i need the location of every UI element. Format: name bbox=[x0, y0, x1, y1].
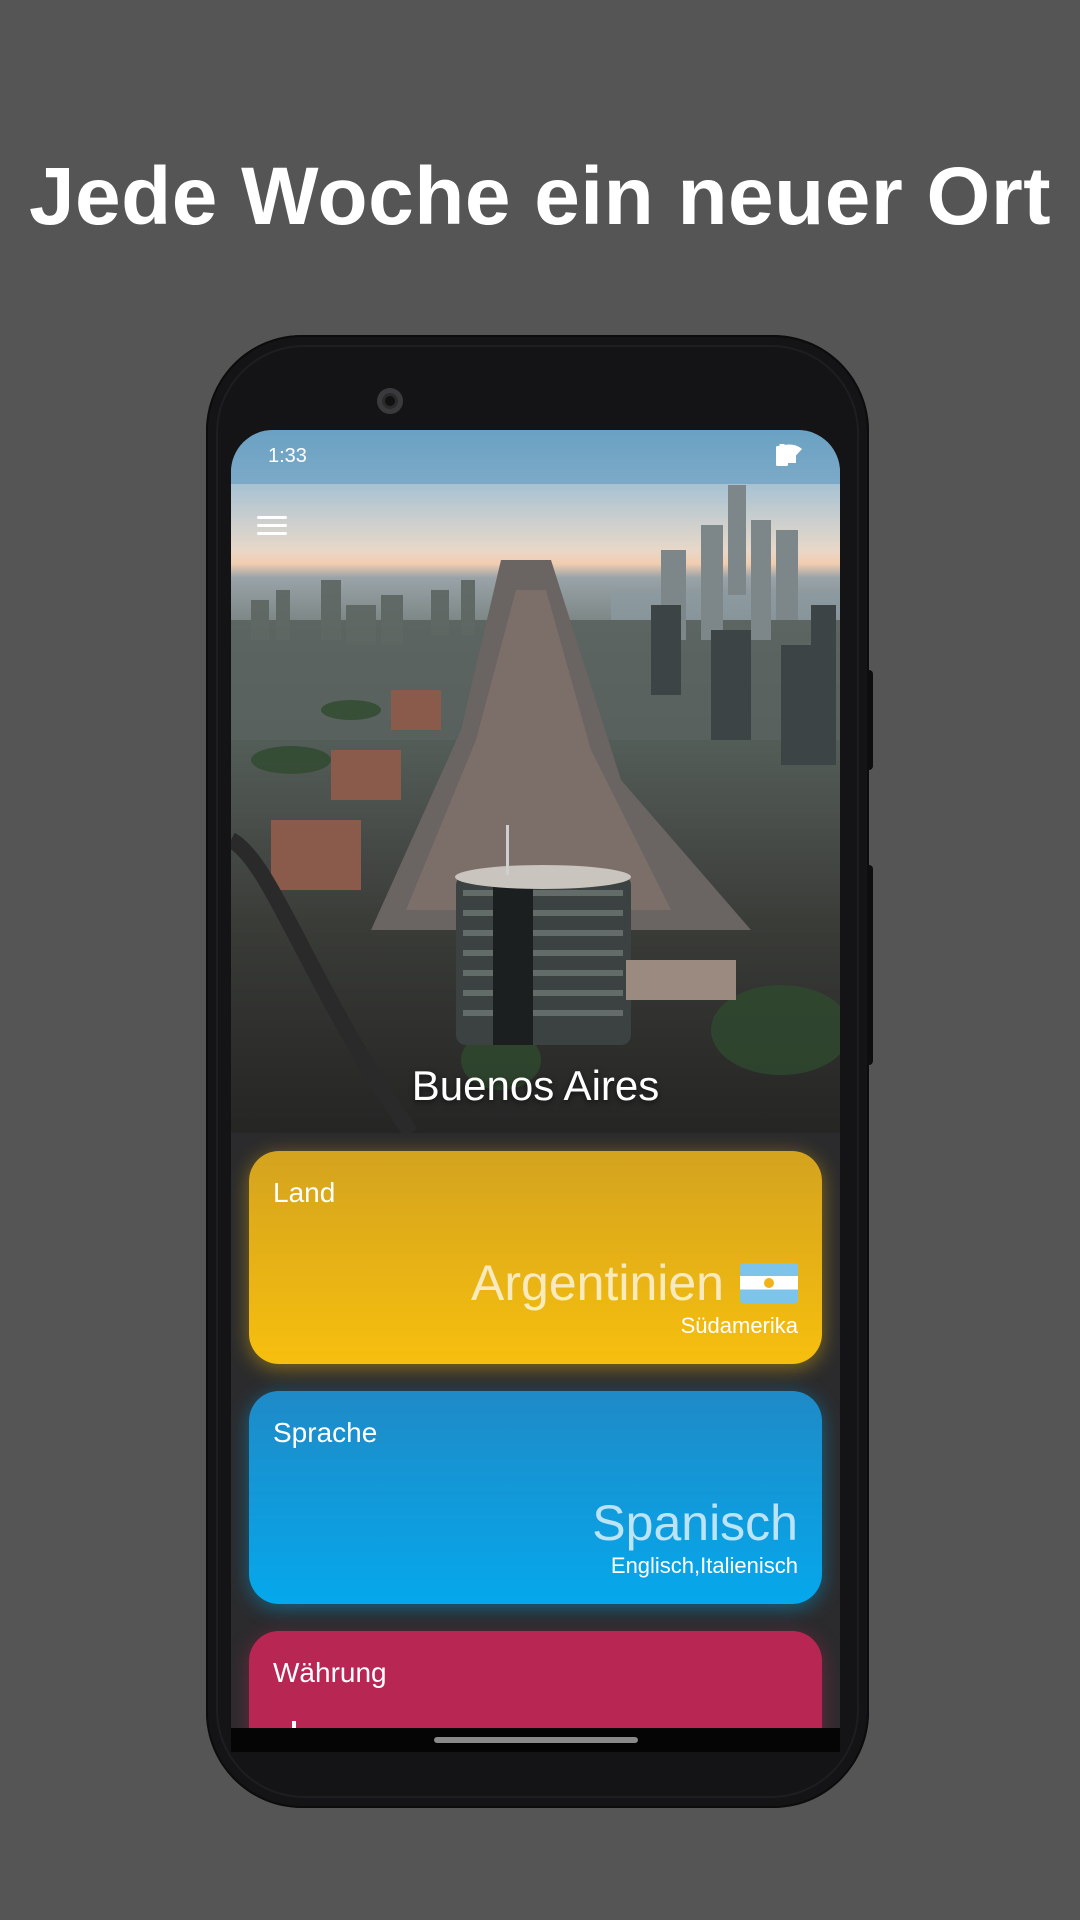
hamburger-menu-icon[interactable] bbox=[257, 516, 287, 538]
promo-headline: Jede Woche ein neuer Ort bbox=[28, 151, 1052, 242]
hero-image: 1:33 Buenos Aires bbox=[231, 430, 840, 1133]
language-card[interactable]: Sprache Spanisch Englisch,Italienisch bbox=[249, 1391, 822, 1604]
country-card-label: Land bbox=[273, 1177, 336, 1208]
country-value: Argentinien bbox=[471, 1255, 724, 1311]
language-value: Spanisch bbox=[592, 1495, 798, 1551]
home-gesture-handle[interactable] bbox=[434, 1737, 638, 1743]
front-camera bbox=[377, 388, 403, 414]
currency-card-label: Währung bbox=[273, 1657, 387, 1688]
country-card[interactable]: Land Argentinien Südamerika bbox=[249, 1151, 822, 1364]
phone-side-button bbox=[867, 670, 873, 770]
app-screen: 1:33 Buenos Aires Land Argentinien Südam… bbox=[231, 430, 840, 1728]
phone-volume-button bbox=[867, 865, 873, 1065]
status-time: 1:33 bbox=[268, 445, 307, 467]
currency-symbol-icon bbox=[292, 1721, 296, 1728]
currency-card[interactable]: Währung bbox=[249, 1631, 822, 1728]
language-card-label: Sprache bbox=[273, 1417, 378, 1448]
country-value-row: Argentinien bbox=[471, 1254, 798, 1312]
language-value-row: Spanisch bbox=[592, 1494, 798, 1552]
argentina-flag-icon bbox=[740, 1263, 798, 1303]
other-languages-value: Englisch,Italienisch bbox=[610, 1553, 798, 1578]
city-skyline-illustration bbox=[231, 485, 840, 1133]
continent-value: Südamerika bbox=[680, 1313, 798, 1338]
city-name: Buenos Aires bbox=[411, 1062, 660, 1109]
status-bar: 1:33 bbox=[231, 430, 840, 484]
